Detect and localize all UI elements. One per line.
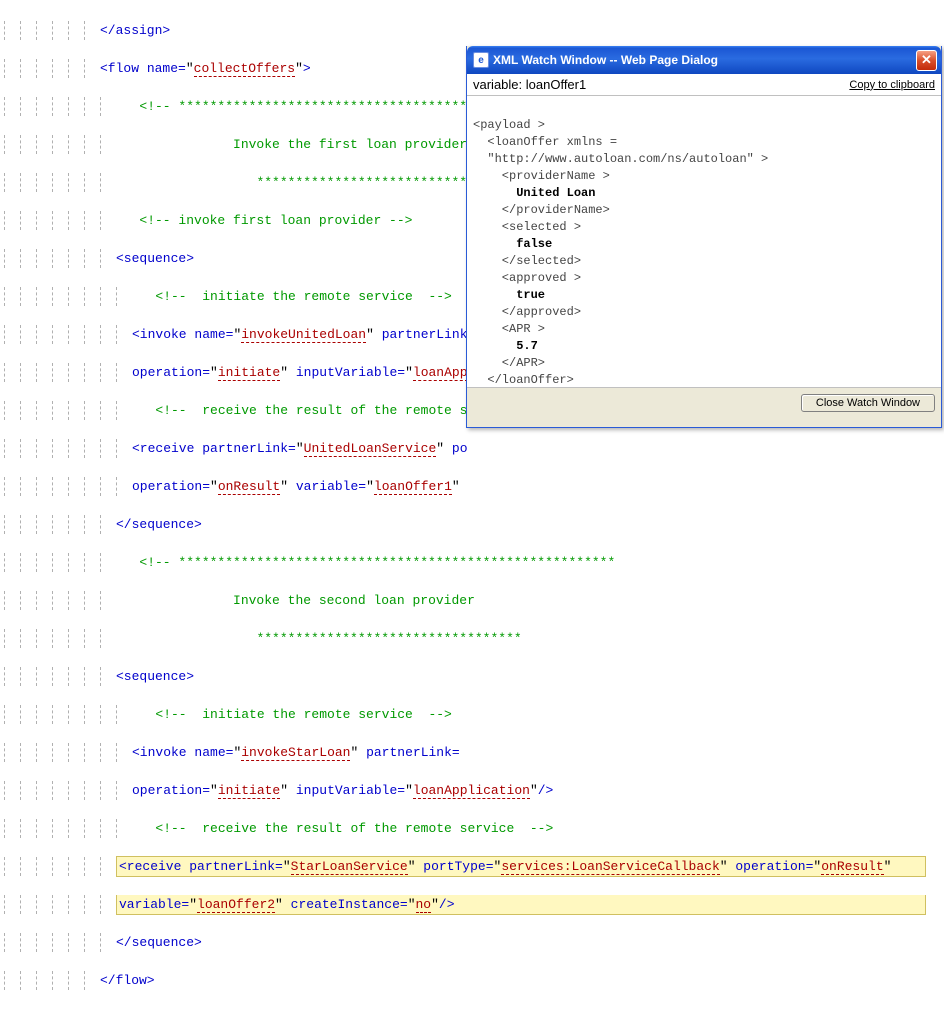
attr-name: createInstance= — [283, 897, 408, 912]
attr-name: portType= — [416, 859, 494, 874]
xml-tag: /> — [538, 783, 554, 798]
dialog-title: XML Watch Window -- Web Page Dialog — [493, 53, 718, 67]
attr-name: po — [444, 441, 467, 456]
xml-tag: </assign> — [100, 23, 170, 38]
dialog-footer: Close Watch Window — [467, 388, 941, 418]
xml-tag: <sequence> — [116, 251, 194, 266]
attr-name: inputVariable= — [288, 365, 405, 380]
dialog-toolbar: variable: loanOffer1 Copy to clipboard — [467, 74, 941, 96]
xml-tag: </flow> — [100, 973, 155, 988]
xml-line: <loanOffer xmlns = — [473, 135, 617, 149]
xml-tag: /> — [439, 897, 455, 912]
dialog-titlebar[interactable]: e XML Watch Window -- Web Page Dialog ✕ — [467, 46, 941, 74]
attr-name: partnerLink= — [202, 441, 296, 456]
comment: Invoke the second loan provider — [233, 593, 475, 608]
xml-value: true — [473, 288, 545, 302]
attr-value: invokeUnitedLoan — [241, 327, 366, 343]
ie-page-icon: e — [473, 52, 489, 68]
attr-name: inputVariable= — [288, 783, 405, 798]
xml-line: <selected > — [473, 220, 581, 234]
attr-name: partnerLink= — [358, 745, 459, 760]
xml-line: </providerName> — [473, 203, 610, 217]
copy-to-clipboard-link[interactable]: Copy to clipboard — [849, 79, 935, 91]
xml-tag: <invoke — [132, 327, 194, 342]
attr-name: name= — [147, 61, 186, 76]
xml-tag: <invoke — [132, 745, 194, 760]
xml-value: United Loan — [473, 186, 595, 200]
comment: <!-- receive the result of the remote se… — [155, 821, 553, 836]
xml-value: 5.7 — [473, 339, 538, 353]
attr-name: operation= — [132, 365, 210, 380]
attr-value: initiate — [218, 365, 280, 381]
attr-value: UnitedLoanService — [304, 441, 437, 457]
variable-label: variable: loanOffer1 — [473, 77, 586, 92]
comment: ********************************** — [256, 631, 521, 646]
xml-tag: </sequence> — [116, 517, 202, 532]
xml-tag: > — [303, 61, 311, 76]
attr-value: onResult — [218, 479, 280, 495]
xml-line: </approved> — [473, 305, 581, 319]
attr-name: partnerLink — [374, 327, 468, 342]
attr-name: operation= — [132, 783, 210, 798]
attr-value: services:LoanServiceCallback — [501, 859, 719, 875]
comment: <!-- receive the result of the remote se — [155, 403, 475, 418]
xml-tag: <sequence> — [116, 669, 194, 684]
attr-value: loanApp — [413, 365, 468, 381]
attr-value: loanApplication — [413, 783, 530, 799]
xml-tag: <receive — [119, 859, 189, 874]
xml-line: </selected> — [473, 254, 581, 268]
xml-content-pane[interactable]: <payload > <loanOffer xmlns = "http://ww… — [467, 96, 941, 388]
xml-value: false — [473, 237, 552, 251]
attr-name: name= — [194, 745, 233, 760]
comment: Invoke the first loan provider (Un — [233, 137, 498, 152]
xml-line: <providerName > — [473, 169, 610, 183]
comment: <!-- ***********************************… — [139, 555, 615, 570]
attr-value: onResult — [821, 859, 883, 875]
xml-line: </APR> — [473, 356, 545, 370]
attr-value: loanOffer2 — [197, 897, 275, 913]
attr-value: initiate — [218, 783, 280, 799]
xml-line: "http://www.autoloan.com/ns/autoloan" > — [473, 152, 768, 166]
xml-tag: <receive — [132, 441, 202, 456]
attr-name: variable= — [288, 479, 366, 494]
xml-line: <payload > — [473, 118, 545, 132]
close-watch-window-button[interactable]: Close Watch Window — [801, 394, 935, 412]
attr-name: operation= — [132, 479, 210, 494]
attr-value: loanOffer1 — [374, 479, 452, 495]
comment: <!-- initiate the remote service --> — [155, 707, 451, 722]
comment: <!-- invoke first loan provider --> — [139, 213, 412, 228]
attr-name: name= — [194, 327, 233, 342]
comment: <!-- initiate the remote service --> — [155, 289, 451, 304]
attr-value: no — [416, 897, 432, 913]
xml-line: <APR > — [473, 322, 545, 336]
xml-line: <approved > — [473, 271, 581, 285]
xml-watch-dialog: e XML Watch Window -- Web Page Dialog ✕ … — [466, 46, 942, 428]
attr-name: partnerLink= — [189, 859, 283, 874]
attr-value: collectOffers — [194, 61, 295, 77]
xml-line: </loanOffer> — [473, 373, 574, 387]
xml-tag: <flow — [100, 61, 147, 76]
attr-name: variable= — [119, 897, 189, 912]
attr-name: operation= — [728, 859, 814, 874]
attr-value: StarLoanService — [291, 859, 408, 875]
close-icon[interactable]: ✕ — [916, 50, 937, 71]
attr-value: invokeStarLoan — [241, 745, 350, 761]
xml-tag: </sequence> — [116, 935, 202, 950]
